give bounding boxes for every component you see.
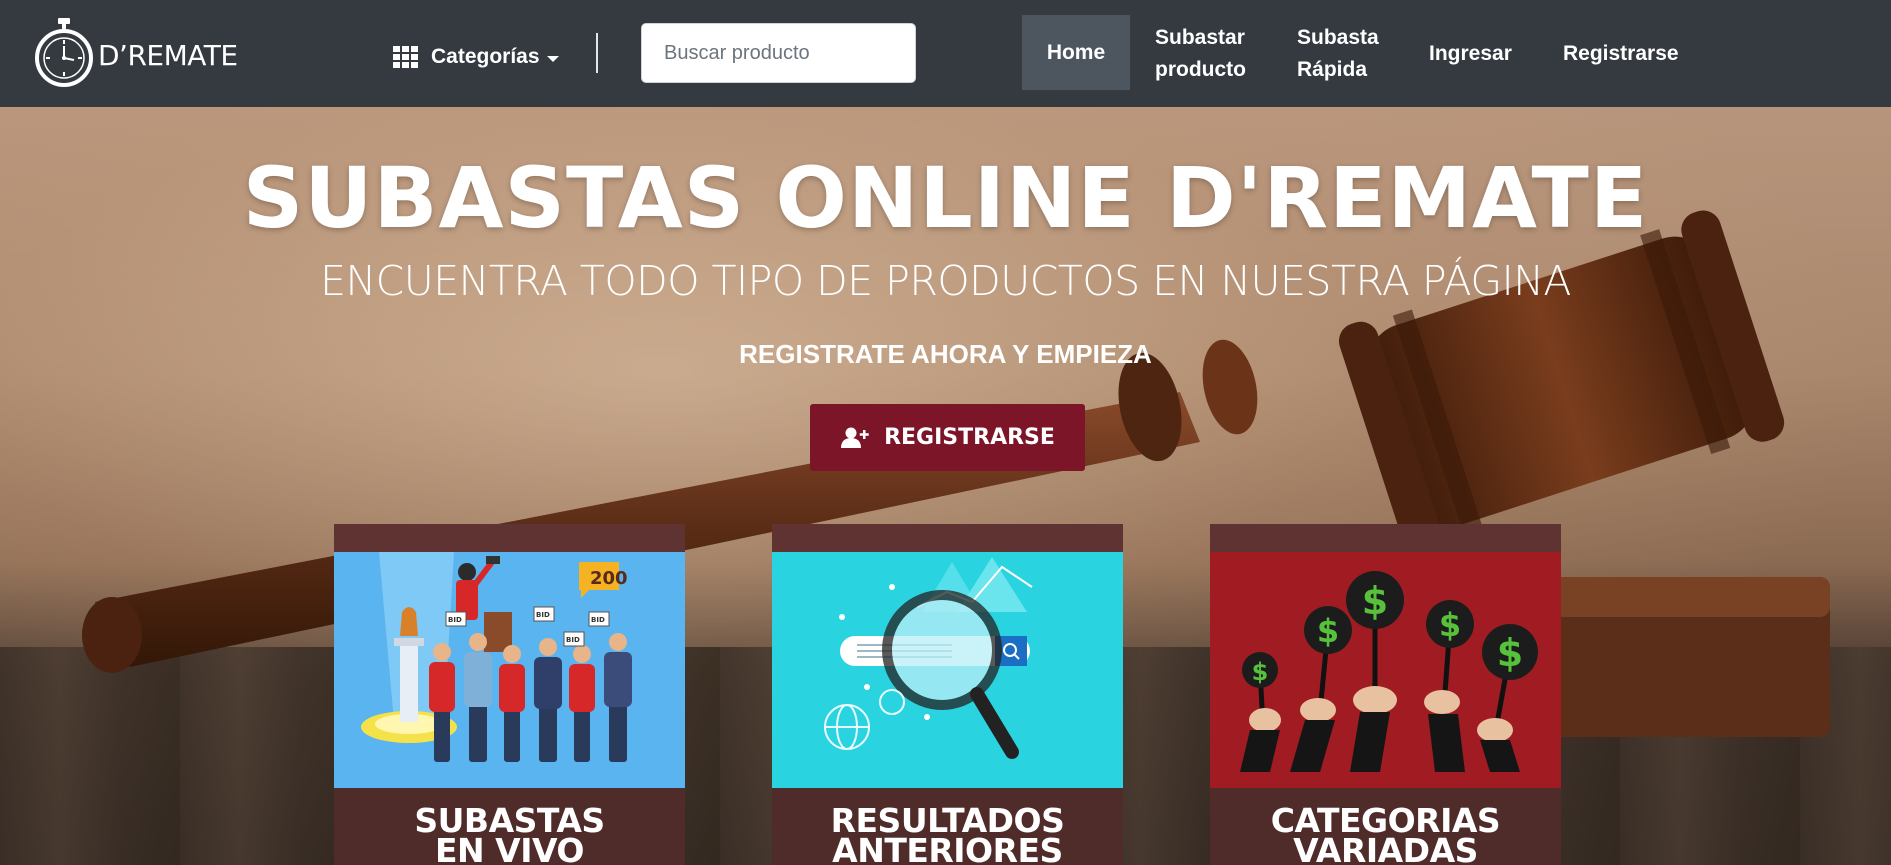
user-plus-icon bbox=[841, 427, 869, 448]
nav-subastar-producto[interactable]: Subastar producto bbox=[1155, 22, 1265, 86]
register-button-label: REGISTRARSE bbox=[884, 425, 1055, 450]
search-input[interactable] bbox=[641, 23, 916, 83]
brand-logo[interactable]: D’REMATE bbox=[34, 16, 238, 88]
bid-tag: BID bbox=[566, 636, 580, 644]
card-subastas-en-vivo[interactable]: 200 BID BID BID BID SUBASTAS EN VIVO bbox=[334, 524, 685, 865]
dollar-icon: $ bbox=[1252, 658, 1269, 686]
bid-tag: BID bbox=[536, 611, 550, 619]
nav-subasta-rapida[interactable]: Subasta Rápida bbox=[1297, 22, 1407, 86]
card-title: SUBASTAS EN VIVO bbox=[334, 804, 685, 865]
hero-subtitle: ENCUENTRA TODO TIPO DE PRODUCTOS EN NUES… bbox=[320, 257, 1571, 305]
bid-tag: BID bbox=[591, 616, 605, 624]
dollar-icon: $ bbox=[1362, 579, 1388, 623]
grid-icon bbox=[393, 46, 421, 68]
card-title-line2: ANTERIORES bbox=[832, 831, 1063, 865]
dollar-icon: $ bbox=[1317, 612, 1339, 650]
nav-rapida-line2: Rápida bbox=[1297, 58, 1368, 81]
card-title-line2: VARIADAS bbox=[1293, 831, 1478, 865]
nav-home-label: Home bbox=[1046, 40, 1106, 64]
hero-title: SUBASTAS ONLINE D'REMATE bbox=[242, 149, 1649, 247]
nav-subastar-line2: producto bbox=[1155, 58, 1246, 81]
live-auction-illustration: 200 BID BID BID BID bbox=[334, 552, 685, 788]
categories-label: Categorías bbox=[431, 45, 540, 68]
register-button[interactable]: REGISTRARSE bbox=[810, 404, 1085, 471]
caret-down-icon bbox=[546, 55, 559, 62]
stopwatch-icon bbox=[35, 18, 93, 87]
nav-ingresar[interactable]: Ingresar bbox=[1429, 38, 1512, 70]
nav-divider bbox=[596, 33, 598, 73]
card-header-band bbox=[772, 524, 1123, 552]
nav-registrarse[interactable]: Registrarse bbox=[1563, 38, 1679, 70]
card-header-band bbox=[334, 524, 685, 552]
nav-home[interactable]: Home bbox=[1022, 15, 1130, 90]
hero-banner: SUBASTAS ONLINE D'REMATE ENCUENTRA TODO … bbox=[0, 107, 1891, 865]
navbar: D’REMATE Categorías Home Subastar produc… bbox=[0, 0, 1891, 107]
search-results-illustration bbox=[772, 552, 1123, 788]
card-header-band bbox=[1210, 524, 1561, 552]
dollar-icon: $ bbox=[1497, 631, 1523, 675]
card-title: RESULTADOS ANTERIORES bbox=[772, 804, 1123, 865]
dollar-signs-illustration: $ $ $ $ $ bbox=[1210, 552, 1561, 788]
card-title-line2: EN VIVO bbox=[435, 831, 584, 865]
categories-dropdown[interactable]: Categorías bbox=[393, 40, 559, 74]
dollar-icon: $ bbox=[1439, 606, 1461, 644]
nav-rapida-line1: Subasta bbox=[1297, 26, 1379, 49]
card-categorias-variadas[interactable]: $ $ $ $ $ CATEGORIAS VARIADAS bbox=[1210, 524, 1561, 865]
hero-cta-text: REGISTRATE AHORA Y EMPIEZA bbox=[739, 339, 1152, 369]
card-resultados-anteriores[interactable]: RESULTADOS ANTERIORES bbox=[772, 524, 1123, 865]
brand-name: D’REMATE bbox=[98, 38, 238, 72]
nav-subastar-line1: Subastar bbox=[1155, 26, 1245, 49]
bid-badge: 200 bbox=[590, 568, 628, 589]
card-title: CATEGORIAS VARIADAS bbox=[1210, 804, 1561, 865]
bid-tag: BID bbox=[448, 616, 462, 624]
